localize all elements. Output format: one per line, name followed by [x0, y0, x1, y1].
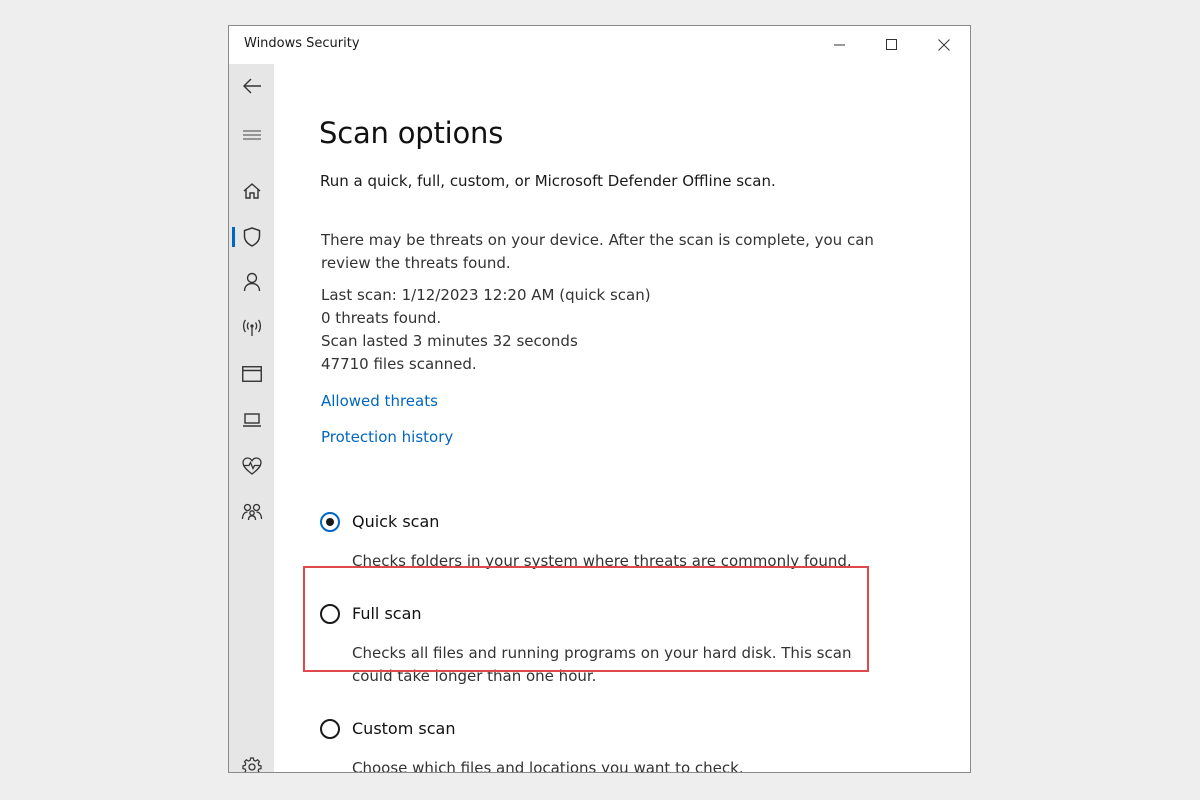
- last-scan-info: Last scan: 1/12/2023 12:20 AM (quick sca…: [321, 284, 651, 376]
- threats-found-line: 0 threats found.: [321, 309, 442, 327]
- files-scanned-line: 47710 files scanned.: [321, 355, 477, 373]
- windows-security-window: Windows Security Scan options Run a quic…: [228, 25, 971, 773]
- menu-toggle-button[interactable]: [229, 117, 274, 153]
- full-scan-description: Checks all files and running programs on…: [352, 642, 851, 688]
- laptop-icon: [242, 413, 261, 427]
- app-browser-window-icon: [241, 366, 262, 382]
- custom-scan-radio[interactable]: [320, 719, 340, 739]
- close-icon: [938, 39, 950, 51]
- close-button[interactable]: [918, 26, 970, 64]
- back-button[interactable]: [229, 68, 274, 104]
- sidebar-item-device-security[interactable]: [229, 402, 274, 438]
- quick-scan-description: Checks folders in your system where thre…: [352, 550, 852, 573]
- active-indicator: [232, 227, 235, 247]
- full-scan-radio[interactable]: [320, 604, 340, 624]
- main-content: Scan options Run a quick, full, custom, …: [274, 64, 970, 772]
- custom-scan-description: Choose which files and locations you wan…: [352, 757, 744, 773]
- scan-duration-line: Scan lasted 3 minutes 32 seconds: [321, 332, 578, 350]
- sidebar-item-family-options[interactable]: [229, 494, 274, 530]
- window-title: Windows Security: [244, 36, 360, 51]
- wireless-antenna-icon: [242, 319, 261, 336]
- last-scan-line: Last scan: 1/12/2023 12:20 AM (quick sca…: [321, 286, 651, 304]
- custom-scan-description-line: Choose which files and locations you wan…: [352, 759, 744, 773]
- threat-notice: There may be threats on your device. Aft…: [321, 229, 874, 275]
- sidebar-item-account[interactable]: [229, 264, 274, 300]
- sidebar-item-app-browser[interactable]: [229, 356, 274, 392]
- quick-scan-option[interactable]: Quick scan Checks folders in your system…: [320, 512, 880, 572]
- hamburger-menu-icon: [242, 130, 261, 140]
- title-bar: Windows Security: [229, 26, 970, 64]
- settings-button[interactable]: [229, 749, 274, 772]
- full-scan-option[interactable]: Full scan Checks all files and running p…: [320, 604, 880, 685]
- minimize-button[interactable]: [814, 26, 866, 64]
- page-title: Scan options: [319, 116, 504, 150]
- sidebar-item-device-performance[interactable]: [229, 448, 274, 484]
- sidebar-item-firewall[interactable]: [229, 310, 274, 346]
- full-scan-description-line: could take longer than one hour.: [352, 667, 597, 685]
- sidebar: [229, 64, 274, 772]
- quick-scan-radio[interactable]: [320, 512, 340, 532]
- threat-notice-line: There may be threats on your device. Aft…: [321, 231, 874, 249]
- quick-scan-label: Quick scan: [352, 512, 440, 531]
- shield-icon: [243, 227, 260, 247]
- person-icon: [243, 272, 260, 292]
- minimize-icon: [834, 44, 845, 46]
- heart-pulse-icon: [241, 457, 262, 475]
- back-arrow-icon: [242, 78, 261, 94]
- full-scan-description-line: Checks all files and running programs on…: [352, 644, 852, 662]
- page-subtitle: Run a quick, full, custom, or Microsoft …: [320, 172, 776, 190]
- custom-scan-label: Custom scan: [352, 719, 456, 738]
- protection-history-link[interactable]: Protection history: [321, 428, 453, 446]
- gear-icon: [241, 757, 262, 772]
- allowed-threats-link[interactable]: Allowed threats: [321, 392, 438, 410]
- threat-notice-line: review the threats found.: [321, 254, 511, 272]
- custom-scan-option[interactable]: Custom scan Choose which files and locat…: [320, 719, 880, 773]
- maximize-button[interactable]: [866, 26, 918, 64]
- full-scan-label: Full scan: [352, 604, 422, 623]
- family-icon: [241, 503, 262, 521]
- sidebar-item-virus-protection[interactable]: [229, 219, 274, 255]
- maximize-icon: [886, 39, 897, 50]
- quick-scan-description-line: Checks folders in your system where thre…: [352, 552, 852, 570]
- sidebar-item-home[interactable]: [229, 173, 274, 209]
- home-icon: [243, 183, 260, 199]
